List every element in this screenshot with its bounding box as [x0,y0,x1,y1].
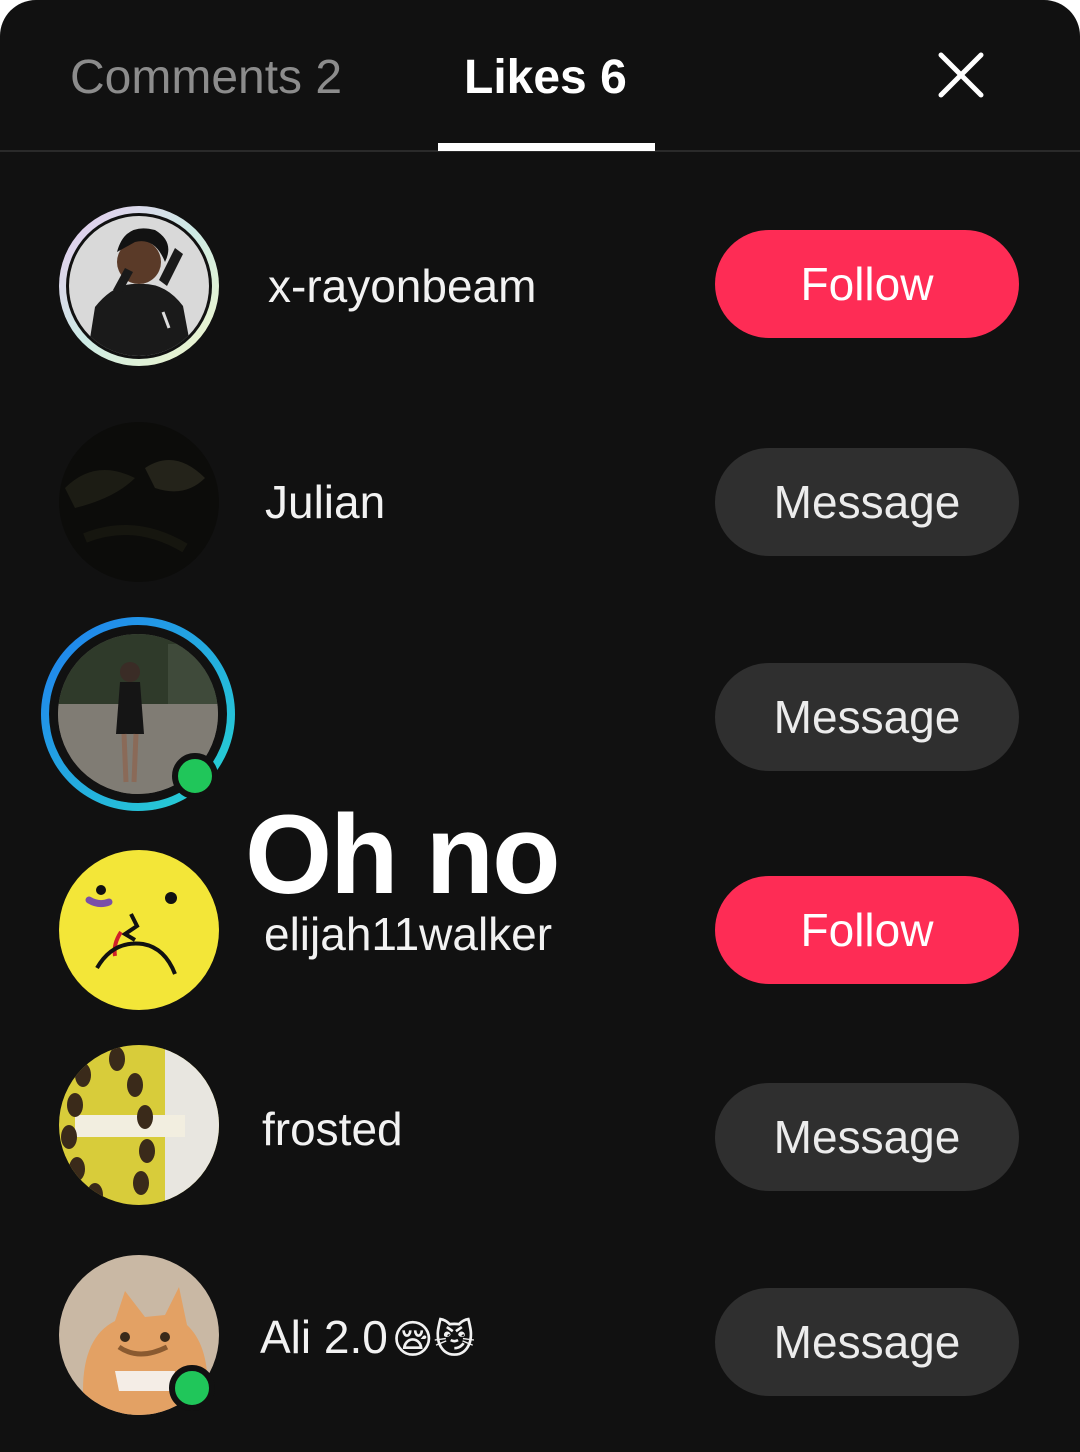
online-status-dot [169,1365,215,1411]
list-item: frosted Message [0,1045,1080,1225]
follow-button[interactable]: Follow [715,230,1019,338]
username-emojis: 😪😼 [391,1317,476,1363]
avatar[interactable] [55,418,223,586]
list-item: Ali 2.0 😪😼 Message [0,1251,1080,1431]
message-button[interactable]: Message [715,663,1019,771]
message-button[interactable]: Message [715,448,1019,556]
tab-likes[interactable]: Likes 6 [464,48,627,108]
username[interactable]: x-rayonbeam [268,258,536,314]
avatar-ring [59,206,219,366]
active-tab-indicator [438,143,655,151]
list-item: Julian Message [0,418,1080,598]
follow-button[interactable]: Follow [715,876,1019,984]
likes-sheet: Comments 2 Likes 6 x-rayonbeam Follow Ju… [0,0,1080,1452]
avatar-image [59,422,219,582]
username[interactable]: Ali 2.0 😪😼 [260,1309,475,1368]
avatar[interactable] [55,1045,223,1213]
username[interactable]: Julian [265,474,385,530]
close-icon [938,52,984,98]
online-status-dot [172,753,218,799]
sad-face-avatar [59,850,219,1010]
avatar[interactable] [55,1251,223,1419]
tab-comments[interactable]: Comments 2 [70,48,342,108]
avatar[interactable] [55,848,223,1016]
tab-bar: Comments 2 Likes 6 [0,0,1080,152]
message-button[interactable]: Message [715,1288,1019,1396]
avatar-image [59,1045,219,1205]
list-item: x-rayonbeam Follow [0,200,1080,380]
message-button[interactable]: Message [715,1083,1019,1191]
list-item: Message [0,614,1080,811]
username-text: Ali 2.0 [260,1311,388,1363]
avatar[interactable] [55,202,223,370]
overlay-caption: Oh no [245,792,560,917]
close-button[interactable] [930,44,992,106]
avatar[interactable] [38,614,238,814]
username[interactable]: frosted [262,1101,403,1157]
